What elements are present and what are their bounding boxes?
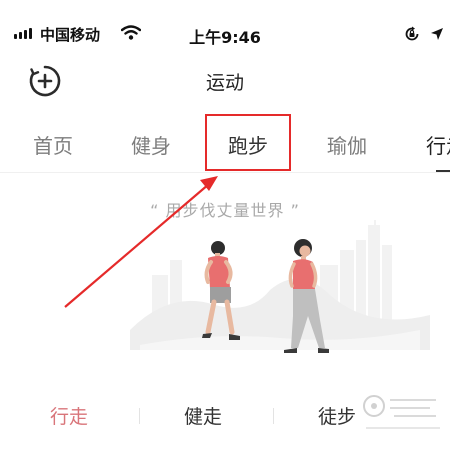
mode-tab-hiking[interactable]: 徒步 [318,402,356,429]
mode-divider [273,408,274,424]
watermark-logo [363,395,440,429]
tabs-divider [0,172,450,173]
status-bar: 中国移动 上午9:46 [0,0,450,47]
tab-fitness[interactable]: 健身 [131,130,171,159]
tab-yoga[interactable]: 瑜伽 [327,130,367,159]
annotation-highlight-box [205,114,291,171]
slogan-text: “ 用步伐丈量世界 ” [150,201,300,220]
status-time: 上午9:46 [189,28,261,47]
mode-tab-brisk-walk[interactable]: 健走 [184,402,222,429]
rotation-lock-icon [405,26,419,41]
mode-divider [139,408,140,424]
tab-walking[interactable]: 行走 [426,130,450,159]
mode-tab-walk[interactable]: 行走 [50,402,88,429]
tab-home[interactable]: 首页 [33,130,73,159]
title-bar: 运动 [0,58,450,102]
location-arrow-icon [431,28,443,40]
page-title: 运动 [205,72,244,94]
walking-people-illustration [130,220,430,353]
